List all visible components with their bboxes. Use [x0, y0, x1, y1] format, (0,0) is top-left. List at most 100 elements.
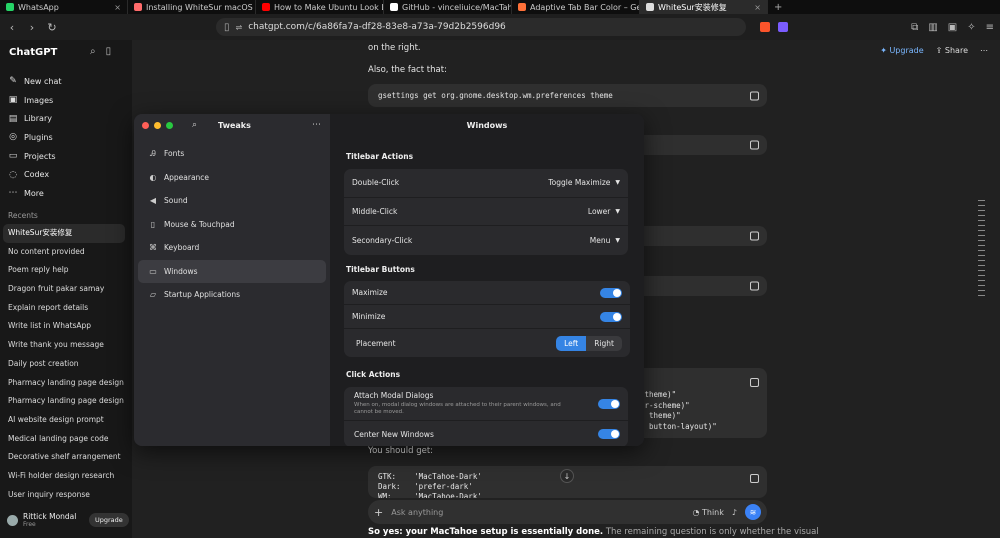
tab-label: Adaptive Tab Bar Color – Get	[530, 2, 640, 12]
menu-icon[interactable]: ⋯	[312, 120, 321, 130]
secondary-click-row[interactable]: Secondary-Click Menu ▼	[344, 226, 628, 255]
upgrade-button[interactable]: Upgrade	[89, 513, 129, 527]
attach-modal-row[interactable]: Attach Modal Dialogs When on, modal dial…	[344, 387, 628, 421]
sidebar-item-codex[interactable]: ◌ Codex	[0, 165, 132, 184]
minimize-toggle[interactable]	[600, 311, 622, 322]
center-new-windows-toggle[interactable]	[598, 429, 620, 439]
composer-input[interactable]: Ask anything	[391, 508, 443, 517]
brave-shield-icon[interactable]	[760, 22, 770, 32]
tweaks-nav-sound[interactable]: ◀ Sound	[138, 189, 326, 213]
double-click-dropdown[interactable]: Toggle Maximize ▼	[548, 178, 620, 187]
copy-icon[interactable]	[750, 231, 759, 241]
sidebar-item-images[interactable]: ▣ Images	[0, 91, 132, 110]
browser-tab[interactable]: WhiteSur安装修复 ×	[640, 0, 768, 14]
middle-click-row[interactable]: Middle-Click Lower ▼	[344, 198, 628, 226]
recent-chat-item[interactable]: Dragon fruit pakar samay	[3, 280, 125, 299]
center-new-windows-row[interactable]: Center New Windows	[344, 421, 628, 446]
browser-tab[interactable]: Adaptive Tab Bar Color – Get×	[512, 0, 640, 14]
minimize-row[interactable]: Minimize	[344, 305, 630, 329]
middle-click-dropdown[interactable]: Lower ▼	[588, 207, 620, 216]
sidebar-icon[interactable]: ▥	[928, 22, 937, 33]
recent-chat-item[interactable]: WhiteSur安装修复	[3, 224, 125, 243]
double-click-row[interactable]: Double-Click Toggle Maximize ▼	[344, 169, 628, 198]
recent-chat-item[interactable]: Decorative shelf arrangement	[3, 448, 125, 467]
copy-icon[interactable]	[750, 474, 759, 483]
menu-icon[interactable]: ≡	[986, 22, 994, 33]
leo-icon[interactable]: ✧	[967, 22, 975, 33]
upgrade-link[interactable]: ✦ Upgrade	[880, 46, 923, 55]
maximize-toggle[interactable]	[600, 287, 622, 298]
sidebar-item-projects[interactable]: ▭ Projects	[0, 147, 132, 166]
recent-chat-item[interactable]: Write list in WhatsApp	[3, 317, 125, 336]
search-icon[interactable]: ⌕	[192, 120, 197, 130]
browser-tab[interactable]: WhatsApp ×	[0, 0, 128, 14]
click-actions-group: Attach Modal Dialogs When on, modal dial…	[344, 387, 628, 446]
recent-chat-item[interactable]: Wi-Fi holder design research	[3, 467, 125, 486]
sidebar-toggle-icon[interactable]: ▯	[106, 46, 112, 57]
placement-left-button[interactable]: Left	[556, 335, 587, 351]
copy-icon[interactable]	[750, 91, 759, 100]
share-button[interactable]: ⇪ Share	[936, 46, 968, 55]
minimize-icon[interactable]	[154, 122, 161, 129]
user-profile[interactable]: Rittick Mondal Free	[7, 512, 76, 528]
forward-icon[interactable]: ›	[26, 21, 38, 34]
tweaks-nav-windows[interactable]: ▭ Windows	[138, 259, 326, 283]
copy-icon[interactable]	[750, 378, 759, 387]
sidebar-item-new-chat[interactable]: ✎ New chat	[0, 72, 132, 91]
brand-title[interactable]: ChatGPT	[9, 47, 57, 58]
new-tab-icon[interactable]: +	[768, 2, 788, 13]
copy-icon[interactable]	[750, 281, 759, 291]
recent-chat-item[interactable]: Explain report details	[3, 299, 125, 318]
copy-icon[interactable]	[750, 140, 759, 150]
maximize-icon[interactable]	[166, 122, 173, 129]
dropdown-value: Menu	[589, 235, 611, 245]
extensions-icon[interactable]: ⧉	[911, 22, 918, 33]
microphone-icon[interactable]: ♪	[732, 508, 737, 517]
scroll-down-button[interactable]: ↓	[560, 469, 574, 483]
row-label: Attach Modal Dialogs	[354, 391, 434, 400]
maximize-row[interactable]: Maximize	[344, 281, 630, 305]
secondary-click-dropdown[interactable]: Menu ▼	[590, 236, 620, 245]
tweaks-nav-label: Appearance	[164, 172, 210, 182]
close-tab-icon[interactable]: ×	[114, 3, 121, 12]
site-info-icon[interactable]: ⇌	[236, 23, 243, 32]
recent-chat-item[interactable]: Daily post creation	[3, 355, 125, 374]
browser-tab[interactable]: Installing WhiteSur macOS U×	[128, 0, 256, 14]
recent-chat-item[interactable]: User inquiry response	[3, 486, 125, 505]
placement-right-button[interactable]: Right	[586, 336, 622, 351]
search-icon[interactable]: ⌕	[90, 46, 96, 57]
browser-tab[interactable]: How to Make Ubuntu Look Li×	[256, 0, 384, 14]
tweaks-nav-fonts[interactable]: Ꭿ Fonts	[138, 142, 326, 166]
sidebar-item-library[interactable]: ▤ Library	[0, 109, 132, 128]
think-button[interactable]: ◔ Think	[692, 508, 723, 517]
add-attachment-icon[interactable]: +	[374, 506, 383, 519]
attach-modal-toggle[interactable]	[598, 398, 620, 409]
sidebar-item-more[interactable]: ⋯ More	[0, 184, 132, 203]
recent-chat-item[interactable]: Poem reply help	[3, 261, 125, 280]
sidebar-item-plugins[interactable]: ◎ Plugins	[0, 128, 132, 147]
browser-tab[interactable]: GitHub - vinceliuice/MacTaho×	[384, 0, 512, 14]
more-options-icon[interactable]: ⋯	[980, 46, 988, 55]
recent-chat-item[interactable]: Pharmacy landing page design	[3, 392, 125, 411]
address-bar[interactable]: ▯ ⇌ chatgpt.com/c/6a86fa7a-df28-83e8-a73…	[216, 18, 746, 36]
scroll-ruler[interactable]	[978, 200, 985, 300]
recents-label: Recents	[8, 211, 38, 220]
recent-chat-item[interactable]: Medical landing page code	[3, 430, 125, 449]
close-tab-icon[interactable]: ×	[754, 3, 761, 12]
recent-chat-item[interactable]: Pharmacy landing page design	[3, 374, 125, 393]
bookmark-icon[interactable]: ▯	[224, 22, 230, 33]
composer[interactable]: + Ask anything ◔ Think ♪ ≋	[368, 500, 767, 524]
back-icon[interactable]: ‹	[6, 21, 18, 34]
wallet-icon[interactable]: ▣	[948, 22, 957, 33]
tweaks-nav-mouse-touchpad[interactable]: ▯ Mouse & Touchpad	[138, 213, 326, 237]
close-icon[interactable]	[142, 122, 149, 129]
reload-icon[interactable]: ↻	[46, 21, 58, 34]
tweaks-nav-appearance[interactable]: ◐ Appearance	[138, 166, 326, 190]
tweaks-nav-startup-applications[interactable]: ▱ Startup Applications	[138, 283, 326, 307]
brave-rewards-icon[interactable]	[778, 22, 788, 32]
tweaks-nav-keyboard[interactable]: ⌘ Keyboard	[138, 236, 326, 260]
recent-chat-item[interactable]: AI website design prompt	[3, 411, 125, 430]
recent-chat-item[interactable]: Write thank you message	[3, 336, 125, 355]
recent-chat-item[interactable]: No content provided	[3, 243, 125, 262]
voice-mode-icon[interactable]: ≋	[745, 504, 761, 520]
